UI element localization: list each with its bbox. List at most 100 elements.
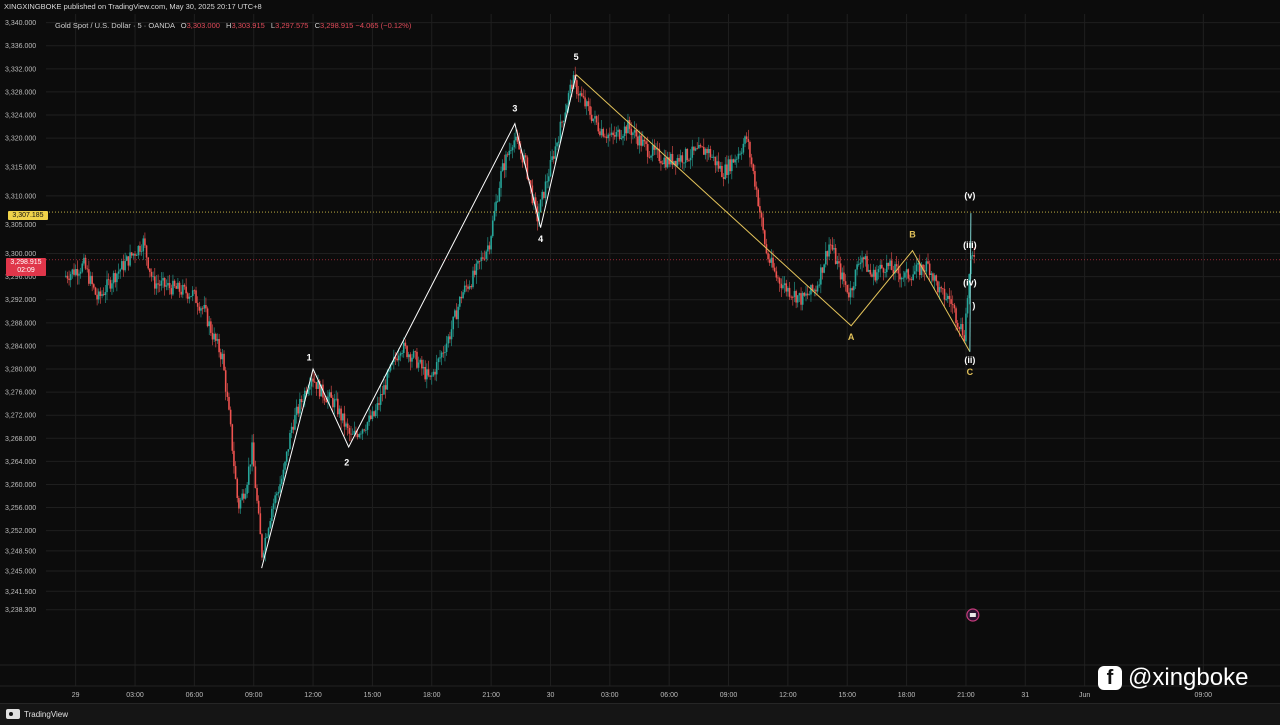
symbol-legend[interactable]: Gold Spot / U.S. Dollar · 5 · OANDA O3,3… — [55, 21, 411, 30]
candle-body — [803, 292, 806, 296]
candle-body — [154, 276, 156, 289]
price-chart[interactable]: 1 2 3 4 5 A B C (v) (iii) (iv)) (ii) 3,340.000 3,336… — [0, 0, 1280, 703]
candle-body — [592, 118, 595, 122]
candle-body — [119, 269, 121, 272]
candle-body — [874, 269, 877, 281]
x-tick-label: 15:00 — [838, 692, 856, 699]
candle-body — [912, 274, 914, 280]
candle-body — [745, 136, 748, 140]
candle-body — [907, 269, 910, 279]
candle-body — [422, 366, 425, 369]
candle-body — [679, 155, 682, 162]
candle-body — [770, 257, 773, 263]
candle-body — [129, 252, 131, 266]
candle-body — [407, 354, 410, 358]
candle-body — [463, 285, 466, 293]
candle-body — [231, 424, 234, 451]
current-price-value: 3,298.915 — [10, 259, 42, 266]
candle-body — [417, 362, 420, 368]
candle-body — [543, 191, 545, 198]
event-flag-body — [969, 613, 976, 617]
candle-body — [459, 296, 461, 307]
candle-body — [468, 286, 471, 289]
candle-body — [83, 257, 85, 264]
wave-label: C — [967, 367, 974, 377]
candle-body — [132, 253, 135, 256]
candle-body — [740, 152, 743, 154]
candle-body — [544, 181, 547, 198]
candle-body — [712, 156, 715, 158]
candle-body — [630, 128, 633, 136]
candle-body — [147, 257, 150, 269]
watermark-text: @xingboke — [1128, 664, 1249, 691]
candle-body — [782, 285, 784, 289]
candle-body — [887, 262, 890, 267]
candle-body — [236, 478, 239, 499]
candle-body — [844, 281, 847, 285]
candle-body — [365, 429, 367, 431]
candle-body — [142, 238, 145, 252]
candle-body — [402, 342, 405, 353]
candle-body — [368, 415, 370, 423]
candle-body — [188, 296, 191, 299]
symbol-name[interactable]: Gold Spot / U.S. Dollar · 5 · OANDA — [55, 21, 175, 30]
candle-body — [688, 160, 690, 161]
x-tick-label: 21:00 — [957, 692, 975, 699]
candle-body — [515, 136, 517, 141]
candle-body — [78, 273, 80, 276]
candle-body — [343, 413, 346, 427]
candle-body — [495, 201, 497, 211]
tradingview-brand[interactable]: TradingView — [6, 709, 68, 719]
candle-body — [498, 187, 501, 201]
candle-body — [239, 499, 242, 509]
candle-body — [353, 430, 356, 434]
candle-body — [942, 288, 944, 290]
candle-body — [551, 156, 553, 161]
candle-body — [411, 357, 413, 362]
candle-body — [376, 403, 379, 411]
candle-body — [180, 291, 182, 295]
candle-body — [917, 262, 919, 265]
candle-body — [640, 135, 642, 146]
candle-body — [66, 275, 69, 279]
candle-body — [487, 245, 489, 252]
candle-body — [638, 135, 641, 146]
candle-body — [482, 257, 484, 259]
candle-body — [488, 245, 491, 250]
candle-body — [869, 269, 872, 275]
candle-body — [379, 394, 382, 405]
candle-body — [686, 148, 689, 161]
candle-body — [244, 493, 247, 499]
candle-body — [168, 282, 171, 289]
wave-label: 2 — [344, 457, 349, 467]
x-tick-label: 15:00 — [364, 692, 382, 699]
y-tick-label: 3,292.000 — [5, 297, 36, 304]
candle-body — [823, 264, 825, 273]
candle-body — [796, 295, 799, 303]
candle-body — [211, 332, 214, 340]
candle-body — [966, 298, 969, 314]
candle-body — [452, 316, 455, 330]
candle-body — [224, 370, 227, 392]
candle-body — [577, 94, 580, 96]
candle-body — [597, 122, 600, 132]
candle-body — [210, 321, 212, 333]
x-tick-label: 09:00 — [720, 692, 738, 699]
candle-body — [328, 392, 331, 397]
candle-body — [135, 255, 138, 256]
candle-body — [831, 244, 834, 250]
candle-body — [140, 251, 143, 253]
candle-body — [935, 275, 938, 282]
x-tick-label: 09:00 — [1195, 692, 1213, 699]
candle-body — [64, 275, 67, 277]
candle-body — [290, 426, 293, 433]
candle-body — [732, 159, 735, 163]
candle-body — [243, 493, 245, 499]
candle-body — [167, 282, 169, 286]
candle-body — [416, 351, 418, 368]
candle-body — [246, 484, 248, 494]
candle-body — [933, 275, 936, 281]
candle-body — [409, 354, 412, 362]
candle-body — [274, 495, 276, 504]
y-tick-label: 3,336.000 — [5, 43, 36, 50]
